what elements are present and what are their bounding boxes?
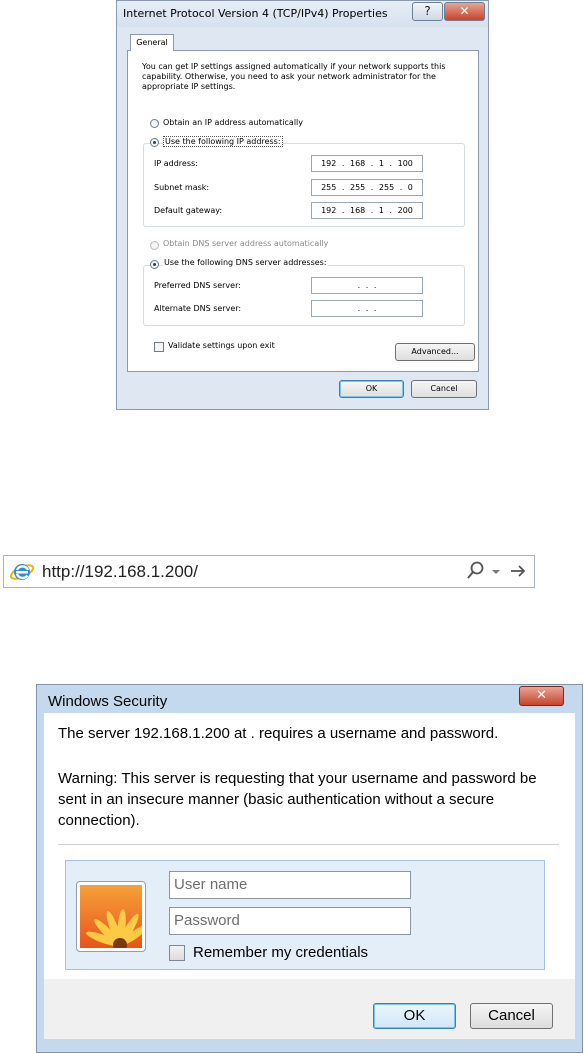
auto-ip-label: Obtain an IP address automatically xyxy=(163,118,304,127)
advanced-button[interactable]: Advanced... xyxy=(395,343,475,361)
search-icon[interactable] xyxy=(466,560,486,582)
url-text[interactable]: http://192.168.1.200/ xyxy=(42,560,198,584)
dialog-footer: OK Cancel xyxy=(44,979,575,1039)
manual-ip-label: Use the following IP address: xyxy=(163,136,283,147)
dialog-body: The server 192.168.1.200 at . requires a… xyxy=(44,713,575,979)
dropdown-icon[interactable] xyxy=(490,560,502,582)
ip-address-field[interactable]: 192 . 168 . 1 . 100 xyxy=(311,155,423,172)
user-avatar xyxy=(76,881,150,952)
manual-dns-radio[interactable] xyxy=(150,260,159,269)
ie-logo-icon xyxy=(9,564,35,580)
default-gateway-field[interactable]: 192 . 168 . 1 . 200 xyxy=(311,202,423,219)
security-warning: Warning: This server is requesting that … xyxy=(58,770,537,829)
preferred-dns-label: Preferred DNS server: xyxy=(154,281,241,290)
auto-dns-radio[interactable] xyxy=(150,241,159,250)
manual-dns-label: Use the following DNS server addresses: xyxy=(163,258,328,267)
alternate-dns-field[interactable]: . . . xyxy=(311,300,423,317)
ipv4-properties-dialog: Internet Protocol Version 4 (TCP/IPv4) P… xyxy=(116,0,489,410)
alternate-dns-label: Alternate DNS server: xyxy=(154,304,242,313)
divider xyxy=(58,844,559,845)
preferred-dns-field[interactable]: . . . xyxy=(311,277,423,294)
remember-checkbox[interactable] xyxy=(169,945,185,961)
password-field[interactable]: Password xyxy=(169,907,411,935)
ok-button[interactable]: OK xyxy=(373,1003,456,1029)
credential-tile: User name Password Remember my credentia… xyxy=(65,860,545,970)
windows-security-dialog: Windows Security ✕ The server 192.168.1.… xyxy=(36,684,583,1053)
dialog-title: Internet Protocol Version 4 (TCP/IPv4) P… xyxy=(123,7,388,20)
validate-checkbox[interactable] xyxy=(154,342,164,352)
auth-message: The server 192.168.1.200 at . requires a… xyxy=(58,725,499,742)
manual-ip-radio[interactable] xyxy=(150,138,159,147)
default-gateway-label: Default gateway: xyxy=(154,206,223,215)
auto-ip-radio[interactable] xyxy=(150,119,159,128)
close-button[interactable]: ✕ xyxy=(519,686,564,706)
go-arrow-icon[interactable] xyxy=(508,560,528,582)
cancel-button[interactable]: Cancel xyxy=(411,380,477,398)
tab-general[interactable]: General xyxy=(130,34,174,51)
title-bar: Internet Protocol Version 4 (TCP/IPv4) P… xyxy=(117,1,488,27)
subnet-mask-label: Subnet mask: xyxy=(154,183,210,192)
general-panel: You can get IP settings assigned automat… xyxy=(127,50,479,372)
remember-label: Remember my credentials xyxy=(193,944,369,961)
ok-button[interactable]: OK xyxy=(339,380,404,398)
subnet-mask-field[interactable]: 255 . 255 . 255 . 0 xyxy=(311,179,423,196)
dialog-title: Windows Security xyxy=(48,693,168,710)
intro-text: You can get IP settings assigned automat… xyxy=(142,62,446,91)
cancel-button[interactable]: Cancel xyxy=(470,1003,553,1029)
help-button[interactable]: ? xyxy=(412,2,443,21)
flower-icon xyxy=(80,885,150,952)
validate-label: Validate settings upon exit xyxy=(168,341,275,350)
address-bar[interactable]: http://192.168.1.200/ xyxy=(3,555,535,588)
ip-address-label: IP address: xyxy=(154,159,198,168)
close-button[interactable]: ✕ xyxy=(444,2,485,21)
username-field[interactable]: User name xyxy=(169,871,411,899)
auto-dns-label: Obtain DNS server address automatically xyxy=(163,239,329,248)
